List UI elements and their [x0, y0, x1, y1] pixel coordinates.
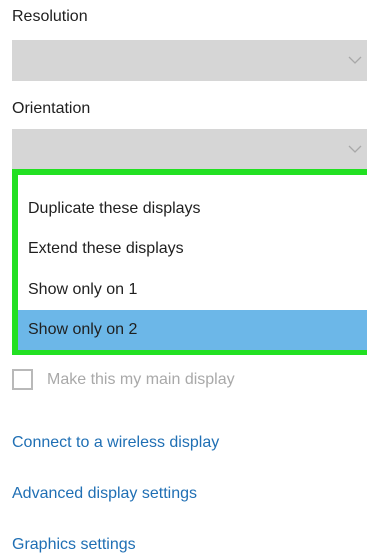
menu-item-duplicate[interactable]: Duplicate these displays [18, 189, 367, 229]
connect-wireless-display-link[interactable]: Connect to a wireless display [12, 434, 219, 452]
menu-item-show-only-2[interactable]: Show only on 2 [18, 310, 367, 350]
main-display-checkbox[interactable] [12, 369, 33, 390]
main-display-row[interactable]: Make this my main display [12, 369, 235, 390]
menu-item-extend[interactable]: Extend these displays [18, 229, 367, 269]
chevron-down-icon [347, 141, 363, 157]
resolution-select[interactable] [12, 40, 367, 81]
multiple-displays-dropdown: Duplicate these displays Extend these di… [12, 169, 367, 355]
advanced-display-settings-link[interactable]: Advanced display settings [12, 485, 197, 503]
orientation-select[interactable] [12, 129, 367, 170]
resolution-label: Resolution [12, 8, 88, 25]
main-display-label: Make this my main display [47, 370, 235, 388]
orientation-label: Orientation [12, 100, 91, 117]
menu-item-show-only-1[interactable]: Show only on 1 [18, 270, 367, 310]
graphics-settings-link[interactable]: Graphics settings [12, 536, 136, 554]
chevron-down-icon [347, 52, 363, 68]
